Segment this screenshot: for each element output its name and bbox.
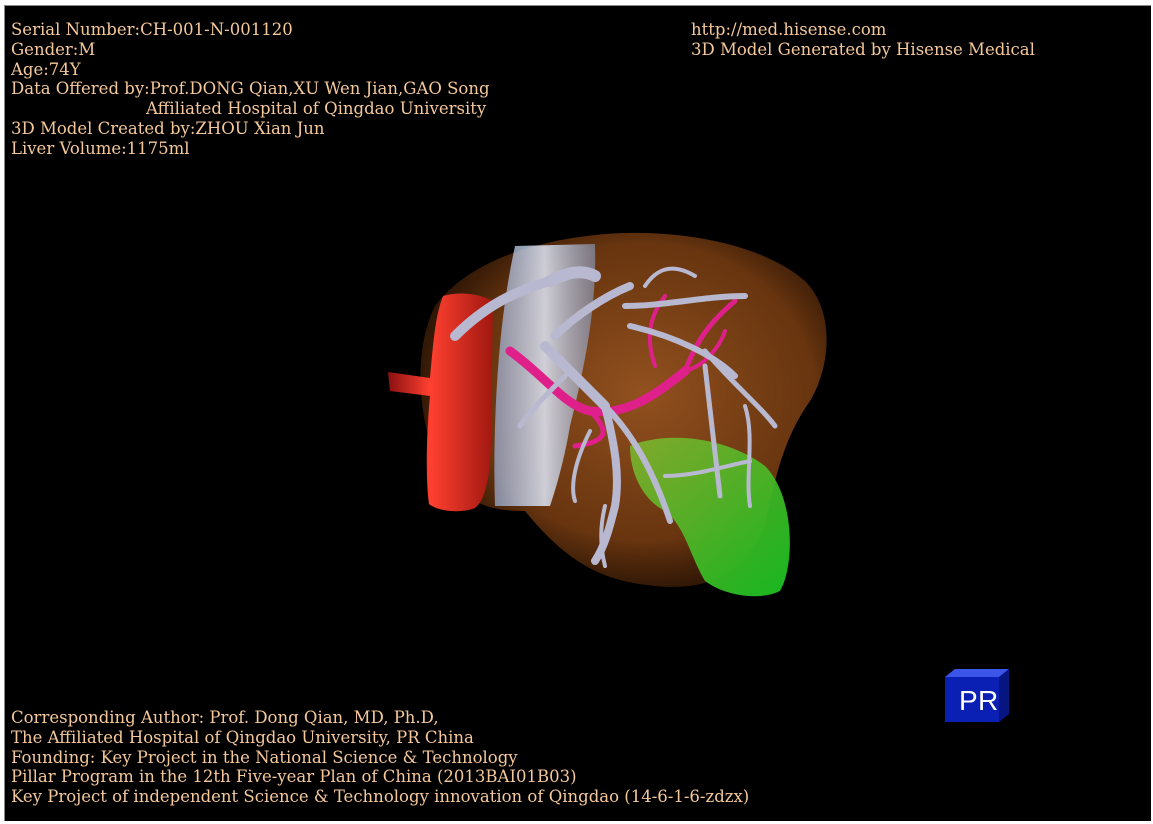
data-offered-by: Data Offered by:Prof.DONG Qian,XU Wen Ji… [11,79,490,99]
generated-by: 3D Model Generated by Hisense Medical [691,39,1035,59]
model-created-by: 3D Model Created by:ZHOU Xian Jun [11,118,325,138]
footer-line-affiliation: The Affiliated Hospital of Qingdao Unive… [11,727,474,747]
footer-line-program: Pillar Program in the 12th Five-year Pla… [11,767,577,787]
render-viewport[interactable]: Serial Number:CH-001-N-001120 Gender:M Age… [4,5,1151,821]
credits-footer: Corresponding Author: Prof. Dong Qian, M… [11,708,749,807]
liver-volume: Liver Volume:1175ml [11,138,190,158]
gender: Gender:M [11,39,96,59]
footer-line-author: Corresponding Author: Prof. Dong Qian, M… [11,708,439,727]
website-url: http://med.hisense.com [691,20,887,39]
inferior-vena-cava [388,293,493,512]
hospital-name: Affiliated Hospital of Qingdao Universit… [146,99,487,119]
footer-line-founding: Founding: Key Project in the National Sc… [11,747,518,767]
age: Age:74Y [11,59,81,79]
orientation-label-p: P [959,685,978,716]
footer-line-qingdao-project: Key Project of independent Science & Tec… [11,787,750,807]
patient-info: Serial Number:CH-001-N-001120 Gender:M Age… [11,20,490,159]
generator-info: http://med.hisense.com 3D Model Generated… [691,20,1035,60]
orientation-cube[interactable]: P R [945,669,1009,722]
serial-number: Serial Number:CH-001-N-001120 [11,20,293,39]
orientation-label-r: R [978,685,998,716]
